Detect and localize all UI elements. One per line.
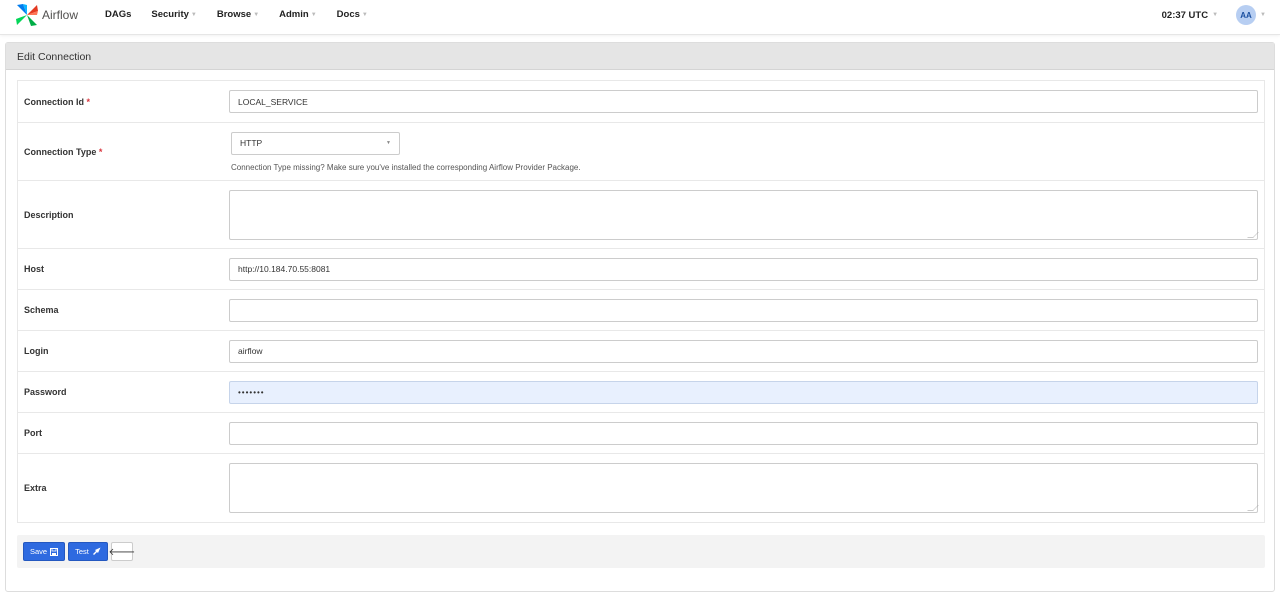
connection-id-label-text: Connection Id	[24, 96, 84, 107]
airflow-logo[interactable]: Airflow	[14, 2, 78, 28]
brand-name: Airflow	[42, 8, 79, 22]
form-row-extra: Extra	[18, 454, 1264, 522]
nav-admin[interactable]: Admin ▼	[279, 9, 317, 20]
schema-label: Schema	[24, 305, 59, 315]
nav-admin-label: Admin	[279, 9, 309, 20]
form-actions: Save Test 🡐	[17, 535, 1265, 568]
navbar-right: 02:37 UTC ▼ AA ▼	[1162, 5, 1266, 25]
form-row-host: Host http://10.184.70.55:8081	[18, 249, 1264, 290]
save-button-label: Save	[30, 547, 48, 556]
form-row-schema: Schema	[18, 290, 1264, 331]
connection-type-help: Connection Type missing? Make sure you'v…	[231, 162, 581, 172]
floppy-disk-icon	[50, 547, 59, 556]
nav-dags-label: DAGs	[105, 9, 132, 20]
connection-type-label-text: Connection Type	[24, 146, 97, 157]
form-row-login: Login airflow	[18, 331, 1264, 372]
port-input[interactable]	[229, 421, 1258, 445]
panel-title: Edit Connection	[6, 43, 1274, 70]
chevron-down-icon: ▼	[253, 11, 260, 18]
connection-type-label: Connection Type *	[18, 147, 231, 157]
port-label: Port	[24, 428, 42, 438]
test-button[interactable]: Test	[68, 542, 108, 561]
main-nav: DAGs Security ▼ Browse ▼ Admin ▼ Docs ▼	[105, 9, 388, 20]
schema-input[interactable]	[229, 298, 1258, 322]
arrow-left-icon: 🡐	[108, 546, 136, 558]
chevron-down-icon: ▼	[1212, 12, 1219, 18]
connection-id-input[interactable]: LOCAL_SERVICE	[229, 90, 1258, 113]
password-input[interactable]: •••••••	[229, 380, 1258, 404]
rocket-icon	[92, 547, 101, 555]
password-label: Password	[24, 387, 67, 397]
test-button-label: Test	[75, 547, 89, 556]
save-button[interactable]: Save	[23, 542, 66, 561]
user-avatar[interactable]: AA	[1236, 5, 1257, 25]
form-row-description: Description	[18, 181, 1264, 249]
nav-browse[interactable]: Browse ▼	[217, 9, 259, 20]
host-input[interactable]: http://10.184.70.55:8081	[229, 257, 1258, 281]
connection-form: Connection Id * LOCAL_SERVICE Connection…	[17, 80, 1265, 523]
top-navbar: Airflow DAGs Security ▼ Browse ▼ Admin ▼ Do…	[0, 0, 1280, 35]
chevron-down-icon: ▼	[386, 140, 391, 146]
description-textarea[interactable]	[229, 189, 1258, 240]
edit-connection-panel: Edit Connection Connection Id * LOCAL_SE…	[5, 42, 1275, 592]
utc-clock[interactable]: 02:37 UTC	[1162, 10, 1208, 21]
form-row-port: Port	[18, 413, 1264, 454]
login-label: Login	[24, 346, 49, 356]
connection-type-select[interactable]: HTTP ▼	[231, 131, 400, 155]
nav-browse-label: Browse	[216, 9, 252, 20]
nav-docs[interactable]: Docs ▼	[337, 9, 368, 20]
login-input[interactable]: airflow	[229, 339, 1258, 363]
connection-id-label: Connection Id *	[18, 97, 229, 107]
extra-textarea[interactable]	[229, 463, 1258, 513]
form-row-password: Password •••••••	[18, 372, 1264, 413]
nav-docs-label: Docs	[336, 9, 360, 20]
connection-type-value: HTTP	[240, 138, 263, 148]
chevron-down-icon: ▼	[361, 11, 368, 18]
nav-security-label: Security	[151, 9, 189, 20]
airflow-pinwheel-icon	[16, 4, 38, 26]
host-label: Host	[24, 264, 44, 274]
chevron-down-icon: ▼	[190, 11, 197, 18]
nav-security[interactable]: Security ▼	[151, 9, 196, 20]
description-label: Description	[24, 209, 74, 220]
nav-dags[interactable]: DAGs	[105, 9, 131, 20]
chevron-down-icon: ▼	[1260, 12, 1266, 18]
back-button[interactable]: 🡐	[108, 542, 136, 561]
form-row-connection-type: Connection Type * HTTP ▼ Connection Type…	[18, 123, 1264, 181]
required-marker: *	[98, 146, 103, 157]
required-marker: *	[86, 96, 91, 107]
extra-label: Extra	[24, 483, 47, 493]
chevron-down-icon: ▼	[310, 11, 317, 18]
form-row-connection-id: Connection Id * LOCAL_SERVICE	[18, 81, 1264, 123]
